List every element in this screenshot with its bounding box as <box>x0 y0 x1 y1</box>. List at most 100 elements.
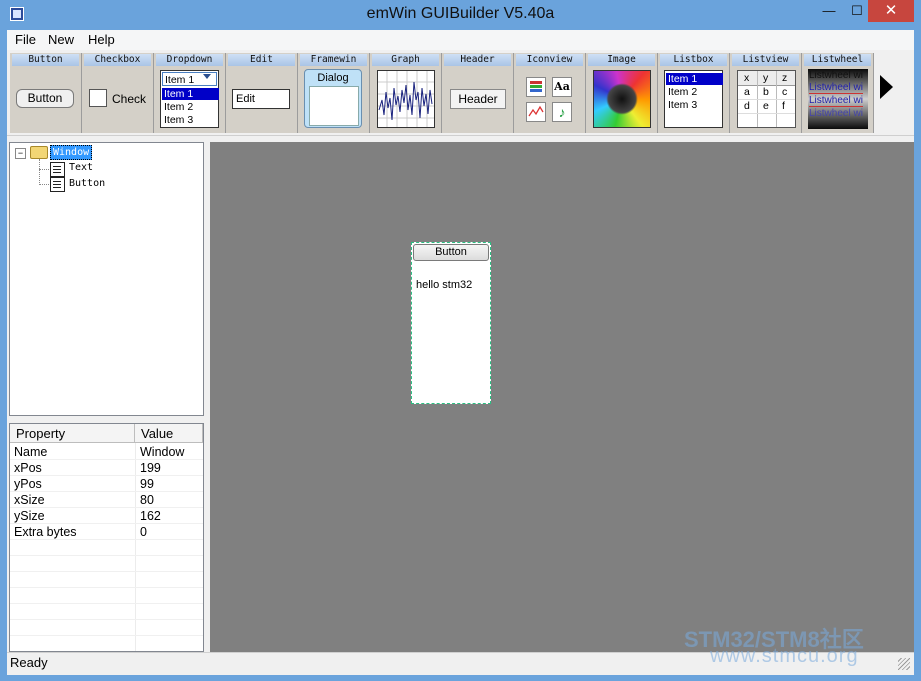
toolbar-listview-widget[interactable]: Listview x y z a b c d e f <box>730 53 802 133</box>
window-title: emWin GUIBuilder V5.40a <box>366 5 555 22</box>
toolbar-listwheel-widget[interactable]: Listwheel Listwheel wi Listwheel wi List… <box>802 53 874 133</box>
toolbar-header-dropdown: Dropdown <box>156 54 223 66</box>
listwheel-item: Listwheel wi <box>809 95 863 107</box>
toolbar-header-listbox: Listbox <box>660 54 727 66</box>
listbox-item: Item 2 <box>668 86 698 98</box>
property-column-header[interactable]: Property <box>10 424 135 443</box>
listwheel-preview: Listwheel wi Listwheel wi Listwheel wi L… <box>808 69 868 129</box>
property-name: xPos <box>14 461 42 475</box>
design-button[interactable]: Button <box>413 244 489 261</box>
toolbar-image-widget[interactable]: Image <box>586 53 658 133</box>
property-row-empty <box>10 572 203 588</box>
checkbox-preview-box <box>89 89 107 107</box>
toolbar-edit-widget[interactable]: Edit Edit <box>226 53 298 133</box>
font-icon: Aa <box>552 77 572 97</box>
property-row[interactable]: ySize 162 <box>10 508 203 524</box>
button-widget-icon <box>50 177 65 192</box>
value-column-header[interactable]: Value <box>135 424 203 443</box>
toolbar-header-edit: Edit <box>228 54 295 66</box>
property-name: yPos <box>14 477 42 491</box>
property-value: 199 <box>140 461 161 475</box>
property-value: 0 <box>140 525 147 539</box>
property-row[interactable]: Name Window <box>10 444 203 460</box>
resize-grip-icon[interactable] <box>898 658 910 670</box>
tree-item-window[interactable]: Window <box>50 145 93 160</box>
listview-cell: e <box>763 100 769 112</box>
checkbox-preview-label: Check <box>112 92 147 106</box>
listview-cell: d <box>744 100 750 112</box>
widget-tree-pane: − Window Text Button <box>9 142 204 416</box>
framewin-preview: Dialog <box>304 69 362 128</box>
books-icon <box>526 77 546 97</box>
toolbar-button-widget[interactable]: Button Button <box>10 53 82 133</box>
property-row-empty <box>10 588 203 604</box>
dropdown-item: Item 3 <box>164 114 194 126</box>
property-row[interactable]: xSize 80 <box>10 492 203 508</box>
listview-cell: x <box>744 72 750 84</box>
property-row-empty <box>10 540 203 556</box>
graph-preview <box>377 70 435 128</box>
toolbar-header-widget[interactable]: Header Header <box>442 53 514 133</box>
property-row-empty <box>10 636 203 651</box>
design-canvas[interactable] <box>210 142 914 652</box>
folder-icon <box>30 146 48 159</box>
menu-help[interactable]: Help <box>88 32 115 47</box>
property-row[interactable]: xPos 199 <box>10 460 203 476</box>
status-text: Ready <box>10 655 48 670</box>
toolbar-header-image: Image <box>588 54 655 66</box>
listbox-preview: Item 1 Item 2 Item 3 <box>664 70 723 128</box>
listview-preview: x y z a b c d e f <box>737 70 796 128</box>
menu-bar <box>7 30 914 50</box>
menu-file[interactable]: File <box>15 32 36 47</box>
design-text[interactable]: hello stm32 <box>416 279 472 291</box>
property-value: 80 <box>140 493 154 507</box>
toolbar-header-header: Header <box>444 54 511 66</box>
toolbar-scroll-right-icon[interactable] <box>880 75 893 99</box>
framewin-title: Dialog <box>317 72 349 84</box>
dropdown-item: Item 1 <box>162 88 219 100</box>
chart-icon <box>526 102 546 122</box>
tree-item-text[interactable]: Text <box>69 162 93 173</box>
property-value: Window <box>140 445 185 459</box>
close-button[interactable]: ✕ <box>868 0 914 22</box>
menu-new[interactable]: New <box>48 32 74 47</box>
toolbar-checkbox-widget[interactable]: Checkbox Check <box>82 53 154 133</box>
dropdown-arrow-icon <box>203 74 211 79</box>
toolbar-header-listwheel: Listwheel <box>804 54 871 66</box>
header-preview: Header <box>450 89 506 109</box>
listview-cell: f <box>782 100 785 112</box>
toolbar-dropdown-widget[interactable]: Dropdown Item 1 Item 1 Item 2 Item 3 <box>154 53 226 133</box>
listview-cell: z <box>782 72 788 84</box>
property-row-empty <box>10 556 203 572</box>
property-row-empty <box>10 604 203 620</box>
property-row[interactable]: yPos 99 <box>10 476 203 492</box>
toolbar-framewin-widget[interactable]: Framewin Dialog <box>298 53 370 133</box>
design-window[interactable]: Button hello stm32 <box>411 242 491 404</box>
dropdown-item: Item 2 <box>164 101 194 113</box>
toolbar-header-button: Button <box>12 54 79 66</box>
listwheel-item: Listwheel wi <box>809 108 863 119</box>
listbox-item: Item 3 <box>668 99 698 111</box>
music-note-icon: ♪ <box>552 102 572 122</box>
toolbar-header-iconview: Iconview <box>516 54 583 66</box>
property-value: 99 <box>140 477 154 491</box>
listwheel-item: Listwheel wi <box>809 82 863 94</box>
maximize-button[interactable]: ☐ <box>846 0 868 22</box>
toolbar-header-listview: Listview <box>732 54 799 66</box>
property-name: Name <box>14 445 48 459</box>
property-row[interactable]: Extra bytes 0 <box>10 524 203 540</box>
toolbar-iconview-widget[interactable]: Iconview Aa ♪ <box>514 53 586 133</box>
dropdown-preview: Item 1 Item 1 Item 2 Item 3 <box>160 70 219 128</box>
listview-cell: c <box>782 86 788 98</box>
properties-pane: Property Value Name Window xPos 199 yPos… <box>9 423 204 652</box>
edit-preview: Edit <box>232 89 290 109</box>
listview-cell: b <box>763 86 769 98</box>
toolbar-graph-widget[interactable]: Graph <box>370 53 442 133</box>
collapse-icon[interactable]: − <box>15 148 26 159</box>
toolbar-header-framewin: Framewin <box>300 54 367 66</box>
tree-item-button[interactable]: Button <box>69 178 105 189</box>
minimize-button[interactable]: — <box>812 0 846 22</box>
toolbar-listbox-widget[interactable]: Listbox Item 1 Item 2 Item 3 <box>658 53 730 133</box>
text-widget-icon <box>50 162 65 177</box>
toolbar-header-checkbox: Checkbox <box>84 54 151 66</box>
